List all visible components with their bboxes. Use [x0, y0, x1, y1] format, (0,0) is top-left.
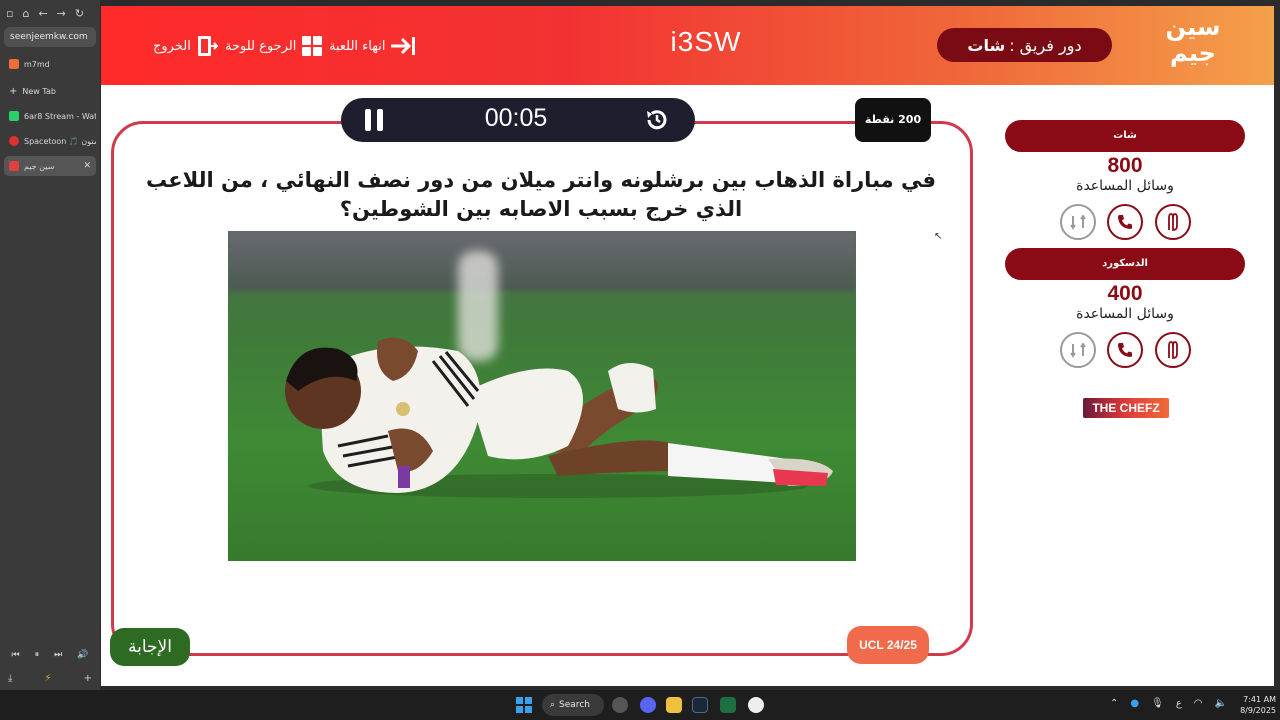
team-name-pill: شات: [1005, 120, 1245, 152]
timer-value: 00:05: [484, 104, 548, 132]
tab-seen-jeem[interactable]: سين جيم ✕: [4, 156, 96, 176]
turn-prefix: دور فريق :: [1009, 35, 1082, 55]
end-game-label: انهاء اللعبة: [329, 38, 386, 54]
game-title: i3SW: [670, 26, 742, 57]
system-tray: ⌃ ● 🎙 ع ◠ 🔈: [1110, 698, 1227, 712]
home-icon[interactable]: ⌂: [22, 7, 29, 20]
tab-favicon-icon: [9, 111, 19, 121]
aids-label: وسائل المساعدة: [1076, 306, 1174, 322]
tab-spacetoon[interactable]: Spacetoon 🎵 سبيستون: [4, 131, 96, 151]
windows-start-icon[interactable]: [516, 697, 532, 713]
question-image: [228, 231, 856, 561]
previous-track-icon[interactable]: ⏮: [12, 650, 20, 660]
injured-player-illustration: [285, 337, 833, 498]
reload-icon[interactable]: ↻: [75, 7, 84, 20]
plus-icon: +: [9, 85, 18, 97]
game-header: الخروج الرجوع للوحة انهاء اللعبة i3SW دو…: [101, 6, 1274, 85]
next-track-icon[interactable]: ⏭: [54, 650, 62, 660]
team-score: 400: [1107, 282, 1143, 305]
excel-app-icon[interactable]: [720, 697, 736, 713]
sponsor-logo: THE CHEFZ: [1083, 398, 1169, 418]
back-to-board-label: الرجوع للوحة: [225, 38, 297, 54]
two-answers-icon[interactable]: [1155, 204, 1191, 240]
sidebar-bottom-controls: ⤓ ⚡ +: [4, 670, 96, 686]
chevron-up-icon[interactable]: ⌃: [1110, 698, 1118, 712]
back-icon[interactable]: ←: [38, 7, 47, 20]
phone-call-icon[interactable]: [1107, 204, 1143, 240]
clock-time: 7:41 AM: [1243, 695, 1276, 704]
discord-app-icon[interactable]: [640, 697, 656, 713]
tab-favicon-icon: [9, 136, 19, 146]
tab-label: New Tab: [22, 86, 56, 96]
download-icon[interactable]: ⤓: [8, 673, 12, 684]
game-app: الخروج الرجوع للوحة انهاء اللعبة i3SW دو…: [101, 6, 1274, 686]
media-controls: ⏮ ⏸ ⏭ 🔊: [4, 646, 96, 664]
steam-app-icon[interactable]: [692, 697, 708, 713]
search-icon: ⌕: [550, 700, 556, 710]
tab-label: سين جيم: [24, 161, 55, 171]
swap-turn-icon[interactable]: [1060, 332, 1096, 368]
exit-door-icon: [197, 36, 218, 56]
team-score: 800: [1107, 154, 1143, 177]
turn-team-name: شات: [967, 35, 1006, 55]
microphone-icon[interactable]: 🎙: [1151, 698, 1164, 712]
phone-call-icon[interactable]: [1107, 332, 1143, 368]
security-icon[interactable]: ●: [1130, 698, 1139, 712]
swap-turn-icon[interactable]: [1060, 204, 1096, 240]
search-label: Search: [559, 700, 590, 710]
competition-tag: UCL 24/25: [847, 626, 929, 664]
volume-icon[interactable]: 🔊: [77, 650, 88, 660]
language-indicator[interactable]: ع: [1176, 698, 1182, 712]
question-text: في مباراة الذهاب بين برشلونه وانتر ميلان…: [146, 168, 936, 221]
tab-new-tab[interactable]: + New Tab: [4, 81, 96, 101]
tab-6ar8-stream[interactable]: 6ar8 Stream - Watc: [4, 106, 96, 126]
turn-indicator: دور فريق : شات: [937, 28, 1112, 62]
back-to-board-button[interactable]: الرجوع للوحة: [225, 34, 323, 58]
tab-favicon-icon: [9, 161, 19, 171]
sidebar-toggle-icon[interactable]: ▫: [6, 7, 13, 20]
taskbar-search[interactable]: ⌕ Search: [542, 694, 604, 716]
app-icon[interactable]: [748, 697, 764, 713]
team-name-pill: الدسكورد: [1005, 248, 1245, 280]
two-answers-icon[interactable]: [1155, 332, 1191, 368]
tab-label: m7md: [24, 59, 50, 69]
taskbar-clock[interactable]: 7:41 AM 8/9/2025: [1232, 694, 1276, 716]
wifi-icon[interactable]: ◠: [1194, 698, 1203, 712]
exit-button[interactable]: الخروج: [153, 34, 218, 58]
extension-icon[interactable]: ⚡: [45, 673, 52, 684]
clock-date: 8/9/2025: [1240, 706, 1276, 715]
aids-label: وسائل المساعدة: [1076, 178, 1174, 194]
question-timer: 00:05: [341, 98, 695, 142]
browser-nav: ▫ ⌂ ← → ↻: [6, 4, 96, 22]
tab-label: 6ar8 Stream - Watc: [24, 111, 96, 121]
new-tab-plus-icon[interactable]: +: [84, 673, 92, 684]
opera-gx-app-icon[interactable]: [612, 697, 628, 713]
reset-timer-icon[interactable]: [644, 107, 670, 133]
tab-m7md[interactable]: m7md: [4, 54, 96, 74]
forward-icon[interactable]: →: [57, 7, 66, 20]
pause-icon[interactable]: [363, 109, 385, 131]
seen-jeem-logo: سين جيم: [1165, 13, 1221, 67]
exit-label: الخروج: [153, 38, 191, 54]
grid-icon: [302, 36, 323, 56]
show-answer-button[interactable]: الإجابة: [110, 628, 190, 666]
file-explorer-icon[interactable]: [666, 697, 682, 713]
question-points: 200 نقطة: [855, 98, 931, 142]
url-bar[interactable]: seenjeemkw.com: [4, 27, 96, 47]
windows-taskbar: ⌕ Search ⌃ ● 🎙 ع ◠ 🔈 7:41 AM 8/9/2025: [0, 690, 1280, 720]
arrow-to-bar-icon: [391, 37, 416, 55]
close-icon[interactable]: ✕: [83, 161, 91, 171]
tab-favicon-icon: [9, 59, 19, 69]
tab-label: Spacetoon 🎵 سبيستون: [24, 136, 96, 146]
speaker-icon[interactable]: 🔈: [1215, 698, 1227, 712]
browser-sidebar: ▫ ⌂ ← → ↻ seenjeemkw.com m7md + New Tab …: [0, 0, 100, 690]
end-game-button[interactable]: انهاء اللعبة: [329, 34, 416, 58]
mouse-cursor-icon: ↖: [934, 231, 943, 242]
pause-icon[interactable]: ⏸: [35, 650, 40, 660]
